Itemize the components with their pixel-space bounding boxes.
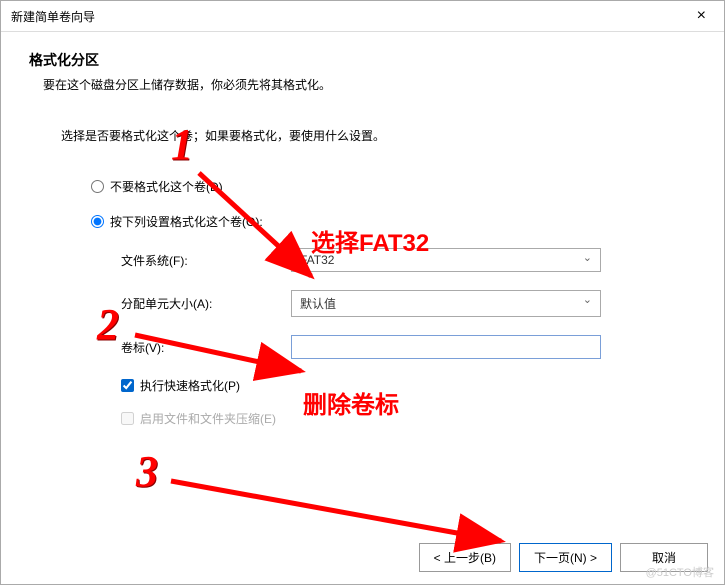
compress-check: 启用文件和文件夹压缩(E) <box>121 410 674 427</box>
watermark: @51CTO博客 <box>646 564 714 580</box>
content-area: 选择是否要格式化这个卷；如果要格式化，要使用什么设置。 不要格式化这个卷(D) … <box>1 103 724 453</box>
titlebar: 新建简单卷向导 × <box>1 1 724 32</box>
compress-checkbox <box>121 412 134 425</box>
radio-format-with-input[interactable] <box>91 215 104 228</box>
allocation-select[interactable]: 默认值 <box>291 290 601 317</box>
quick-format-check[interactable]: 执行快速格式化(P) <box>121 377 674 394</box>
radio-format-with[interactable]: 按下列设置格式化这个卷(O): <box>91 213 674 230</box>
prompt-text: 选择是否要格式化这个卷；如果要格式化，要使用什么设置。 <box>61 127 674 144</box>
compress-label: 启用文件和文件夹压缩(E) <box>140 410 276 427</box>
filesystem-label: 文件系统(F): <box>121 252 291 269</box>
volume-label-label: 卷标(V): <box>121 339 291 356</box>
radio-no-format-input[interactable] <box>91 180 104 193</box>
filesystem-row: 文件系统(F): FAT32 <box>121 248 674 272</box>
window-title: 新建简单卷向导 <box>11 8 95 25</box>
header-title: 格式化分区 <box>29 50 696 70</box>
filesystem-select[interactable]: FAT32 <box>291 248 601 272</box>
allocation-label: 分配单元大小(A): <box>121 295 291 312</box>
header: 格式化分区 要在这个磁盘分区上储存数据，你必须先将其格式化。 <box>1 32 724 103</box>
close-icon[interactable]: × <box>689 7 714 25</box>
radio-format-with-label: 按下列设置格式化这个卷(O): <box>110 213 263 230</box>
allocation-row: 分配单元大小(A): 默认值 <box>121 290 674 317</box>
quick-format-checkbox[interactable] <box>121 379 134 392</box>
radio-no-format[interactable]: 不要格式化这个卷(D) <box>91 178 674 195</box>
next-button[interactable]: 下一页(N) > <box>519 543 612 572</box>
radio-no-format-label: 不要格式化这个卷(D) <box>110 178 223 195</box>
volume-label-input[interactable] <box>291 335 601 359</box>
volume-label-row: 卷标(V): <box>121 335 674 359</box>
quick-format-label: 执行快速格式化(P) <box>140 377 240 394</box>
annotation-number-3: 3 <box>136 446 158 497</box>
back-button[interactable]: < 上一步(B) <box>419 543 511 572</box>
header-subtitle: 要在这个磁盘分区上储存数据，你必须先将其格式化。 <box>43 76 696 93</box>
wizard-window: 新建简单卷向导 × 格式化分区 要在这个磁盘分区上储存数据，你必须先将其格式化。… <box>0 0 725 585</box>
